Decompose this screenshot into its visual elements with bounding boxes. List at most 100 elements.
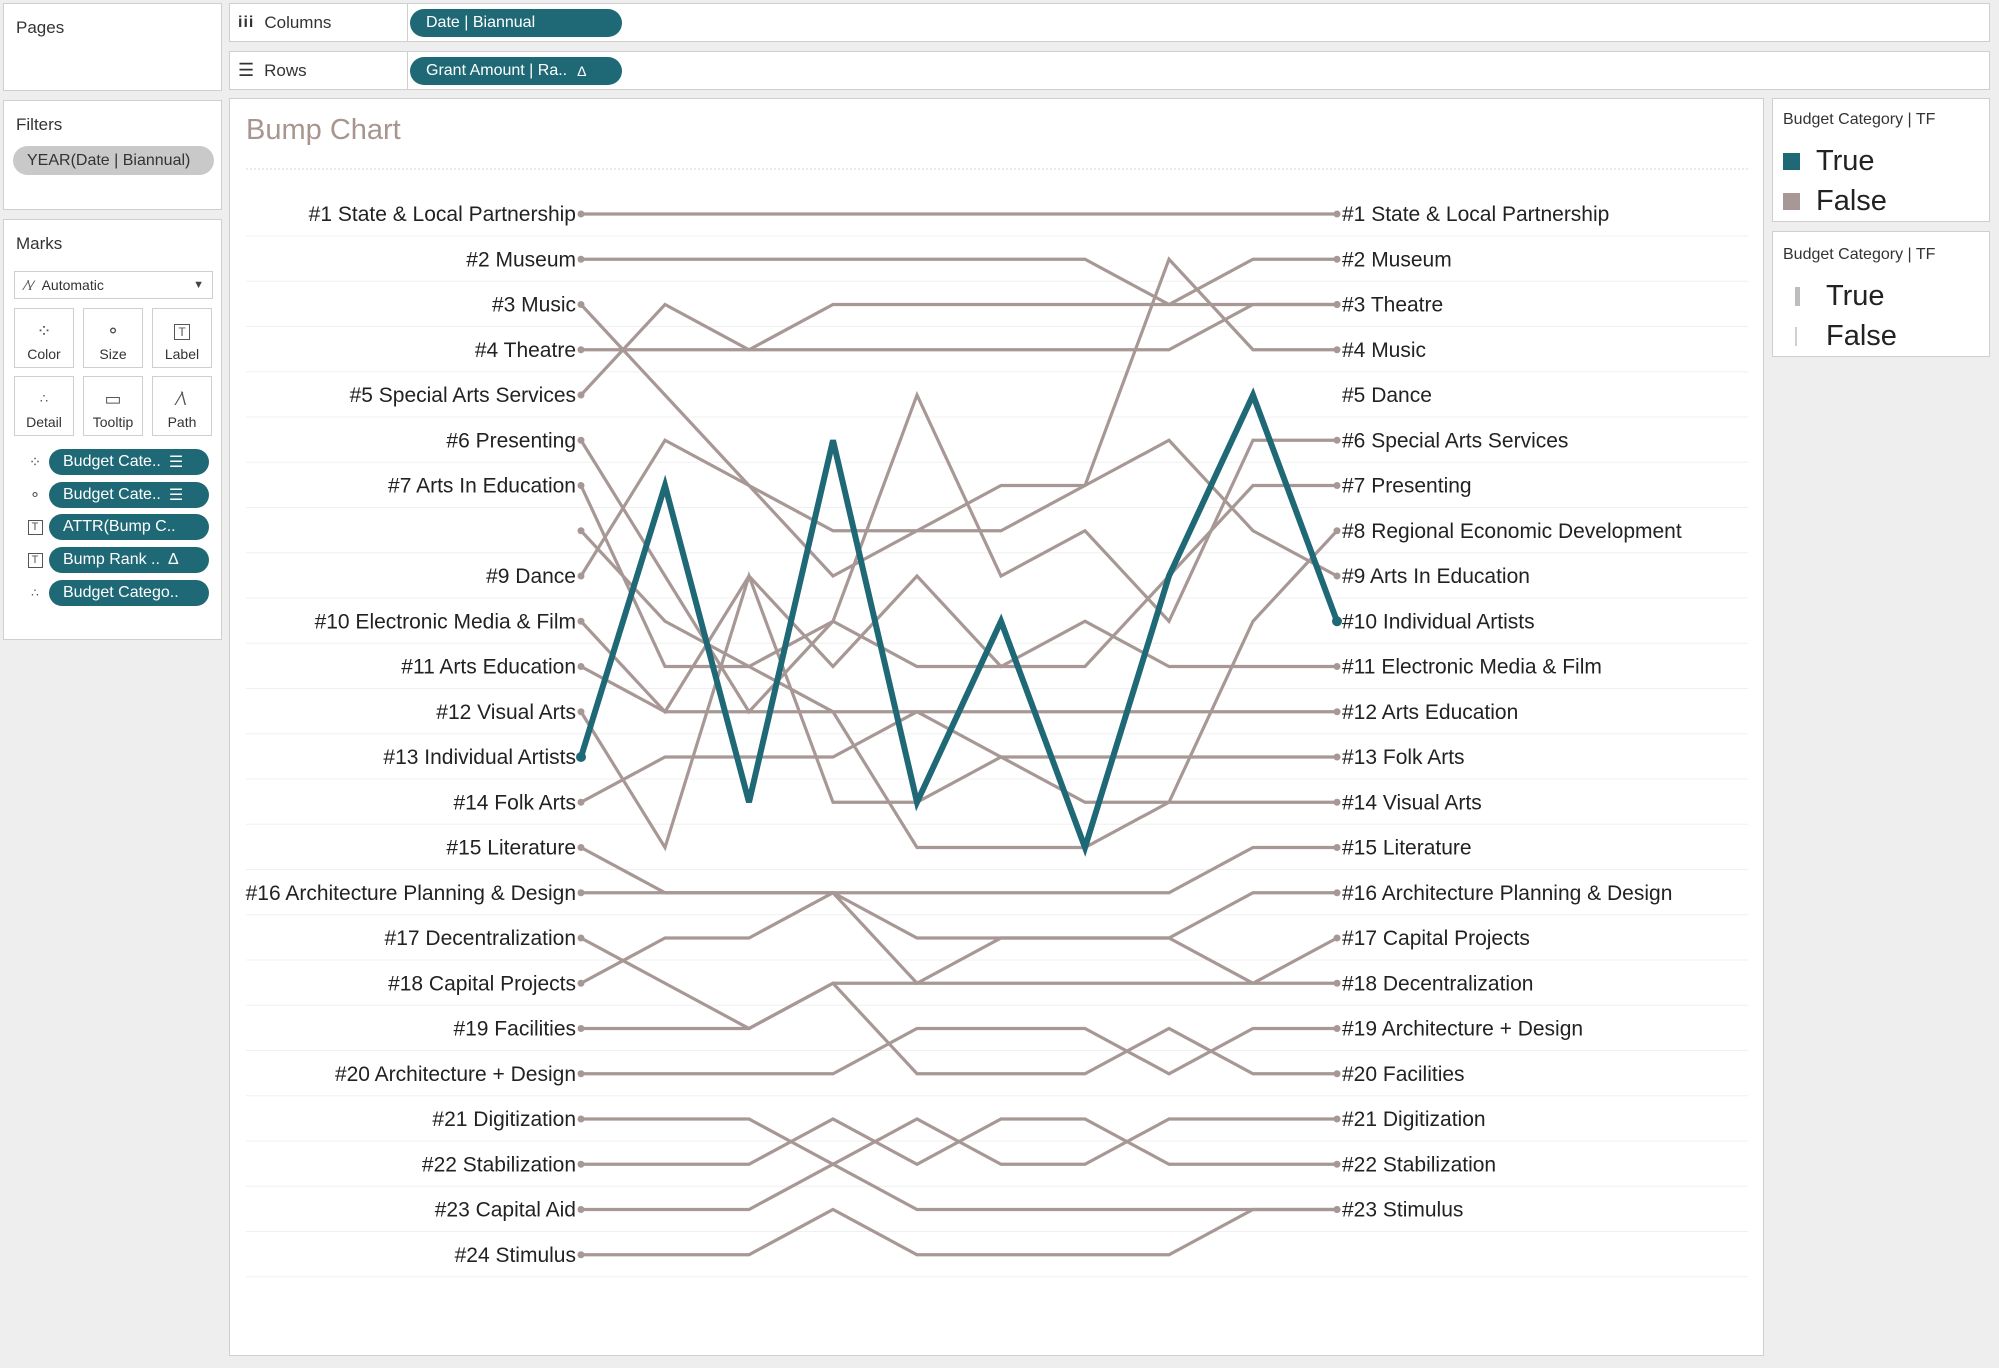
field-pill-budget-detail[interactable]: Budget Catego..	[49, 580, 209, 606]
field-pill-label: Budget Cate..	[63, 486, 161, 503]
color-dots-icon: ⁘	[28, 454, 42, 471]
left-rank-label: #17 Decentralization	[385, 927, 576, 950]
series-line	[581, 891, 1337, 940]
left-rank-label: #12 Visual Arts	[436, 701, 576, 724]
right-rank-label: #21 Digitization	[1342, 1108, 1486, 1131]
left-rank-label: #23 Capital Aid	[435, 1199, 576, 1222]
chevron-down-icon: ▼	[193, 279, 204, 291]
size-icon: ⚬	[105, 321, 121, 341]
right-rank-label: #13 Folk Arts	[1342, 746, 1465, 769]
series-start-point	[577, 1206, 585, 1213]
detail-button-label: Detail	[26, 414, 62, 430]
series-end-point	[1333, 844, 1341, 851]
size-legend-title: Budget Category | TF	[1783, 246, 1936, 263]
series-start-point	[577, 1025, 585, 1032]
mark-type-dropdown[interactable]: ⁄\⁄ Automatic ▼	[14, 271, 213, 299]
right-rank-label: #10 Individual Artists	[1342, 610, 1535, 633]
series-start-point	[577, 391, 585, 399]
field-pill-bump-rank[interactable]: Bump Rank .. Δ	[49, 547, 209, 573]
left-labels: #1 State & Local Partnership #2 Museum #3 …	[246, 203, 576, 1267]
series-end-point	[1333, 436, 1341, 444]
rows-grant-pill[interactable]: Grant Amount | Ra.. Δ	[410, 57, 622, 85]
series-start-point	[577, 663, 585, 670]
series-end-point	[1333, 889, 1341, 897]
series-start-point	[577, 572, 585, 580]
series-end-point	[1333, 708, 1341, 716]
path-button[interactable]: ⁄\ Path	[152, 376, 212, 436]
color-button-label: Color	[27, 346, 61, 362]
columns-shelf[interactable]: iii Columns Date | Biannual	[229, 3, 1990, 42]
size-button[interactable]: ⚬ Size	[83, 308, 143, 368]
series-start-point	[577, 346, 585, 354]
columns-date-pill[interactable]: Date | Biannual	[410, 9, 622, 37]
label-button[interactable]: T Label	[152, 308, 212, 368]
series-end-point	[1333, 572, 1341, 580]
series-start-point	[577, 301, 585, 308]
series-end-point	[1333, 482, 1341, 489]
series-line	[579, 529, 1339, 850]
right-rank-label: #6 Special Arts Services	[1342, 429, 1568, 452]
label-button-label: Label	[164, 346, 200, 362]
right-rank-label: #15 Literature	[1342, 837, 1472, 860]
right-rank-label: #8 Regional Economic Development	[1342, 520, 1682, 543]
right-rank-label: #4 Music	[1342, 339, 1426, 362]
series-line	[581, 302, 1337, 352]
right-rank-label: #7 Presenting	[1342, 475, 1472, 498]
left-rank-label: #16 Architecture Planning & Design	[246, 882, 576, 905]
legend-item-false[interactable]: False	[1783, 185, 1887, 218]
field-pill-budget-color[interactable]: Budget Cate.. ☰	[49, 449, 209, 475]
right-rank-label: #22 Stabilization	[1342, 1153, 1496, 1176]
series-end-point	[1333, 1115, 1341, 1123]
series-start-point	[577, 1160, 585, 1168]
series-start-point	[577, 1070, 585, 1078]
tooltip-button[interactable]: ▭ Tooltip	[83, 376, 143, 436]
line-mark-icon: ⁄\⁄	[25, 277, 34, 293]
filters-title: Filters	[16, 115, 63, 134]
series-start-point	[577, 889, 585, 897]
size-legend-item-true[interactable]: True	[1795, 280, 1885, 313]
left-rank-label: #14 Folk Arts	[453, 791, 576, 814]
series-start-point	[577, 798, 585, 806]
marks-panel: Marks ⁄\⁄ Automatic ▼ ⁘ Color ⚬ Size T L…	[3, 219, 222, 640]
color-button[interactable]: ⁘ Color	[14, 308, 74, 368]
delta-icon: Δ	[577, 63, 587, 79]
right-rank-label: #23 Stimulus	[1342, 1199, 1463, 1222]
size-button-label: Size	[99, 346, 127, 362]
field-pill-label: Budget Catego..	[63, 584, 179, 601]
filter-year-pill[interactable]: YEAR(Date | Biannual)	[13, 146, 214, 175]
left-rank-label: #13 Individual Artists	[383, 746, 576, 769]
pages-shelf[interactable]: Pages	[3, 3, 222, 91]
columns-label-text: Columns	[264, 12, 332, 32]
left-rank-label: #10 Electronic Media & Film	[315, 610, 576, 633]
legend-item-true[interactable]: True	[1783, 145, 1875, 178]
left-rank-label: #11 Arts Education	[401, 656, 576, 679]
rows-shelf[interactable]: ☰ Rows Grant Amount | Ra.. Δ	[229, 51, 1990, 90]
series-end-point	[1333, 346, 1341, 354]
field-pill-attr-bump[interactable]: ATTR(Bump C..	[49, 514, 209, 540]
left-rank-label: #5 Special Arts Services	[350, 384, 576, 407]
legend-true-label: True	[1816, 145, 1875, 177]
filters-panel: Filters YEAR(Date | Biannual)	[3, 100, 222, 210]
pages-title: Pages	[16, 18, 65, 37]
left-rank-label: #24 Stimulus	[455, 1244, 576, 1267]
field-pill-label: Budget Cate..	[63, 453, 161, 470]
series-start-point	[577, 255, 585, 263]
mark-type-label: Automatic	[41, 277, 104, 293]
left-rank-label: #9 Dance	[486, 565, 576, 588]
size-legend-item-false[interactable]: False	[1795, 320, 1897, 353]
thin-bar-icon	[1795, 327, 1797, 346]
series-line	[581, 1207, 1337, 1257]
rows-label-text: Rows	[264, 60, 307, 80]
label-text-icon: T	[174, 324, 190, 340]
detail-button[interactable]: ∴ Detail	[14, 376, 74, 436]
field-pill-budget-size[interactable]: Budget Cate.. ☰	[49, 482, 209, 508]
sort-icon: ☰	[168, 454, 184, 471]
highlight-start-point	[576, 752, 586, 762]
series-end-point	[1333, 210, 1341, 218]
label-text-icon: T	[24, 549, 46, 571]
right-rank-label: #2 Museum	[1342, 248, 1452, 271]
left-rank-label: #6 Presenting	[446, 429, 576, 452]
right-rank-label: #18 Decentralization	[1342, 972, 1533, 995]
series-line	[579, 439, 1337, 715]
series-line	[580, 709, 1337, 804]
